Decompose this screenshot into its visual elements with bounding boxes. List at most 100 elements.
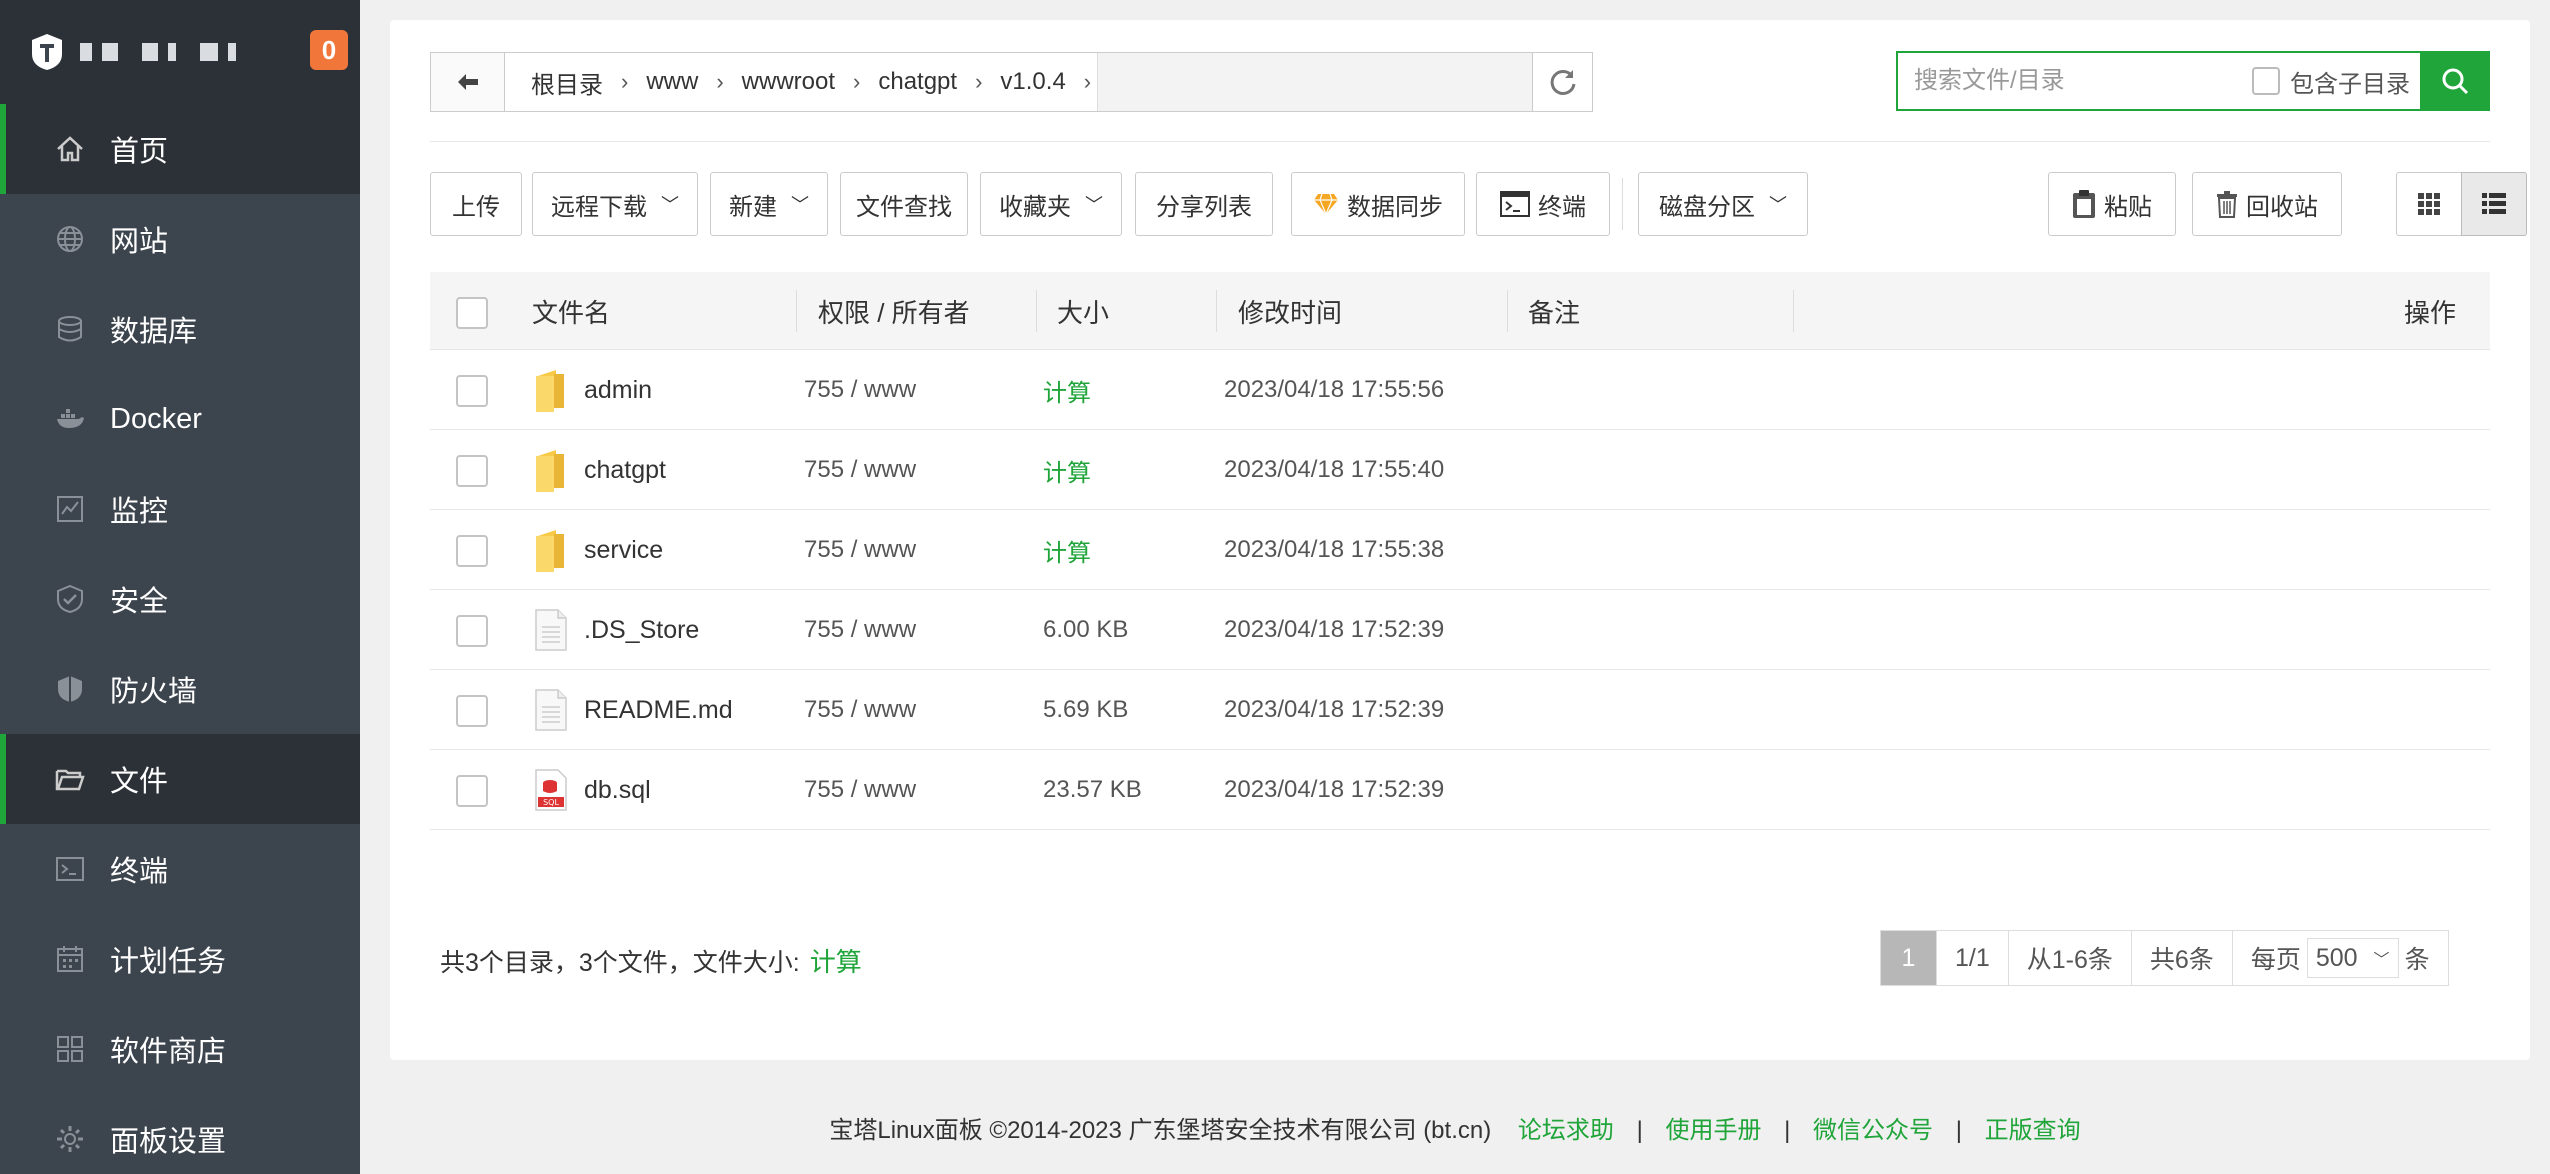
file-perm[interactable]: 755 / www [804, 350, 916, 430]
sidebar-item-9[interactable]: 计划任务 [0, 914, 360, 1004]
file-name-cell[interactable]: README.md [534, 670, 733, 750]
col-action: 操作 [2403, 297, 2456, 328]
upload-button[interactable]: 上传 [430, 172, 522, 236]
calc-total-size-link[interactable]: 计算 [810, 942, 862, 979]
footer-separator: | [1784, 1117, 1791, 1144]
footer-link-license[interactable]: 正版查询 [1985, 1117, 2081, 1144]
row-checkbox[interactable] [456, 695, 488, 727]
file-name[interactable]: admin [584, 376, 652, 405]
file-perm[interactable]: 755 / www [804, 750, 916, 830]
sidebar-item-label: 首页 [110, 136, 169, 168]
col-mtime[interactable]: 修改时间 [1238, 272, 1342, 350]
file-name[interactable]: README.md [584, 696, 733, 725]
row-checkbox[interactable] [456, 455, 488, 487]
arrow-left-icon [457, 74, 478, 90]
file-name[interactable]: .DS_Store [584, 616, 699, 645]
breadcrumb-segment[interactable]: 根目录 [519, 65, 615, 100]
breadcrumb-segment[interactable]: chatgpt [866, 68, 969, 96]
footer-separator: | [1636, 1117, 1643, 1144]
sidebar-item-8[interactable]: 终端 [0, 824, 360, 914]
footer-link-manual[interactable]: 使用手册 [1665, 1117, 1761, 1144]
sidebar-header: 0 [0, 0, 360, 104]
search-input[interactable] [1898, 53, 2252, 109]
file-size[interactable]: 计算 [1043, 430, 1091, 510]
sidebar-item-6[interactable]: 防火墙 [0, 644, 360, 734]
data-sync-button[interactable]: 数据同步 [1291, 172, 1465, 236]
docker-icon [54, 403, 86, 435]
file-perm[interactable]: 755 / www [804, 590, 916, 670]
col-perm[interactable]: 权限 / 所有者 [818, 272, 970, 350]
chevron-right-icon: › [621, 69, 629, 94]
table-row[interactable]: admin 755 / www 计算 2023/04/18 17:55:56 [430, 350, 2490, 430]
file-name[interactable]: service [584, 536, 663, 565]
path-input-area[interactable] [1097, 53, 1532, 111]
col-separator [796, 290, 797, 332]
file-size[interactable]: 计算 [1043, 350, 1091, 430]
breadcrumb-segment[interactable]: www [634, 68, 710, 96]
remote-download-button[interactable]: 远程下载 ﹀ [532, 172, 698, 236]
grid-icon [2418, 193, 2440, 215]
chevron-down-icon: ﹀ [791, 195, 809, 215]
per-page-select[interactable]: 500 ﹀ [2306, 938, 2399, 978]
file-size: 6.00 KB [1043, 616, 1129, 643]
list-view-button[interactable] [2461, 172, 2527, 236]
paste-button[interactable]: 粘贴 [2048, 172, 2176, 236]
shield-icon [54, 673, 86, 705]
file-mtime: 2023/04/18 17:55:38 [1224, 536, 1445, 563]
notification-badge[interactable]: 0 [310, 30, 348, 70]
breadcrumb-segment[interactable]: wwwroot [730, 68, 847, 96]
disk-partition-button[interactable]: 磁盘分区 ﹀ [1638, 172, 1808, 236]
row-checkbox[interactable] [456, 615, 488, 647]
new-button[interactable]: 新建 ﹀ [710, 172, 828, 236]
sidebar-item-11[interactable]: 面板设置 [0, 1094, 360, 1174]
table-row[interactable]: service 755 / www 计算 2023/04/18 17:55:38 [430, 510, 2490, 590]
sidebar-item-2[interactable]: 数据库 [0, 284, 360, 374]
breadcrumb-segment[interactable]: v1.0.4 [988, 68, 1077, 96]
terminal-icon [54, 853, 86, 885]
include-subdir-checkbox[interactable] [2252, 67, 2280, 95]
file-size[interactable]: 计算 [1043, 510, 1091, 590]
file-name[interactable]: chatgpt [584, 456, 666, 485]
grid-view-button[interactable] [2396, 172, 2462, 236]
terminal-button[interactable]: 终端 [1476, 172, 1610, 236]
file-find-button[interactable]: 文件查找 [840, 172, 968, 236]
sidebar-item-10[interactable]: 软件商店 [0, 1004, 360, 1094]
bt-logo-icon [32, 34, 62, 70]
sidebar-item-7[interactable]: 文件 [0, 734, 360, 824]
row-checkbox[interactable] [456, 375, 488, 407]
file-name-cell[interactable]: .DS_Store [534, 590, 699, 670]
sidebar-item-5[interactable]: 安全 [0, 554, 360, 644]
sidebar-item-1[interactable]: 网站 [0, 194, 360, 284]
table-row[interactable]: README.md 755 / www 5.69 KB 2023/04/18 17:5… [430, 670, 2490, 750]
col-size[interactable]: 大小 [1057, 272, 1109, 350]
table-row[interactable]: SQL db.sql 755 / www 23.57 KB 2023/04/18 17:… [430, 750, 2490, 830]
file-name-cell[interactable]: admin [534, 350, 652, 430]
footer-link-wechat[interactable]: 微信公众号 [1813, 1117, 1933, 1144]
col-name[interactable]: 文件名 [532, 272, 610, 350]
footer-link-forum[interactable]: 论坛求助 [1518, 1117, 1614, 1144]
file-name-cell[interactable]: SQL db.sql [534, 750, 651, 830]
file-name[interactable]: db.sql [584, 776, 651, 805]
row-checkbox[interactable] [456, 535, 488, 567]
refresh-button[interactable] [1532, 53, 1592, 111]
table-row[interactable]: .DS_Store 755 / www 6.00 KB 2023/04/18 17:5… [430, 590, 2490, 670]
search-button[interactable] [2420, 51, 2490, 111]
sidebar-item-0[interactable]: 首页 [0, 104, 360, 194]
sidebar-item-4[interactable]: 监控 [0, 464, 360, 554]
favorites-button[interactable]: 收藏夹 ﹀ [980, 172, 1122, 236]
table-row[interactable]: chatgpt 755 / www 计算 2023/04/18 17:55:40 [430, 430, 2490, 510]
row-checkbox[interactable] [456, 775, 488, 807]
recycle-bin-button[interactable]: 回收站 [2192, 172, 2342, 236]
file-perm[interactable]: 755 / www [804, 430, 916, 510]
select-all-checkbox[interactable] [456, 297, 488, 329]
file-perm[interactable]: 755 / www [804, 670, 916, 750]
home-icon [54, 133, 86, 165]
page-current[interactable]: 1 [1881, 931, 1937, 985]
share-list-button[interactable]: 分享列表 [1135, 172, 1273, 236]
file-name-cell[interactable]: service [534, 510, 663, 590]
include-subdir-option[interactable]: 包含子目录 [2252, 64, 2420, 99]
back-button[interactable] [431, 53, 505, 111]
sidebar-item-3[interactable]: Docker [0, 374, 360, 464]
file-perm[interactable]: 755 / www [804, 510, 916, 590]
file-name-cell[interactable]: chatgpt [534, 430, 666, 510]
